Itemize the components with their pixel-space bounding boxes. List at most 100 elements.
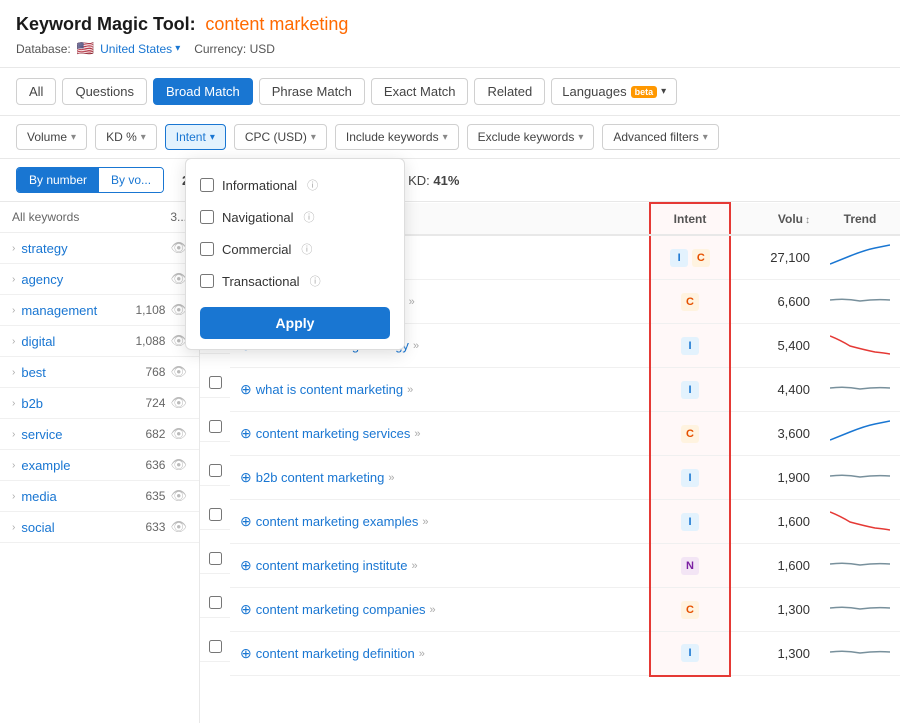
eye-icon[interactable]: 👁 xyxy=(170,519,187,535)
row-checkbox[interactable] xyxy=(209,508,222,521)
trend-cell xyxy=(820,500,900,544)
intent-cell: C xyxy=(650,280,730,324)
keyword-link[interactable]: ⊕ content marketing services » xyxy=(240,425,639,442)
row-checkbox[interactable] xyxy=(209,464,222,477)
intent-cell: C xyxy=(650,588,730,632)
sparkline xyxy=(830,508,890,532)
chevron-right-icon: › xyxy=(12,398,15,409)
eye-icon[interactable]: 👁 xyxy=(170,364,187,380)
keyword-link[interactable]: ⊕ content marketing examples » xyxy=(240,513,639,530)
filter-kd[interactable]: KD % ▾ xyxy=(95,124,157,150)
filter-exclude-keywords[interactable]: Exclude keywords ▾ xyxy=(467,124,595,150)
sparkline xyxy=(830,288,890,312)
intent-badge: I xyxy=(681,513,699,531)
external-link-icon: » xyxy=(409,296,415,308)
tab-phrase-match[interactable]: Phrase Match xyxy=(259,78,365,105)
chevron-right-icon: › xyxy=(12,367,15,378)
sidebar-item-example[interactable]: › example 636 👁 xyxy=(0,450,199,481)
intent-option-navigational[interactable]: Navigational ⓘ xyxy=(186,201,404,233)
intent-badge: C xyxy=(692,249,710,267)
volume-cell: 1,300 xyxy=(730,632,820,676)
eye-icon[interactable]: 👁 xyxy=(170,457,187,473)
sidebar-item-service[interactable]: › service 682 👁 xyxy=(0,419,199,450)
sparkline xyxy=(830,244,890,268)
sidebar-item-social[interactable]: › social 633 👁 xyxy=(0,512,199,543)
page-title: Keyword Magic Tool: content marketing xyxy=(16,14,884,35)
trend-cell xyxy=(820,324,900,368)
tab-all[interactable]: All xyxy=(16,78,56,105)
filter-volume[interactable]: Volume ▾ xyxy=(16,124,87,150)
tab-broad-match[interactable]: Broad Match xyxy=(153,78,253,105)
row-checkbox[interactable] xyxy=(209,552,222,565)
filter-cpc[interactable]: CPC (USD) ▾ xyxy=(234,124,327,150)
row-checkbox[interactable] xyxy=(209,596,222,609)
tab-related[interactable]: Related xyxy=(474,78,545,105)
sidebar-item-agency[interactable]: › agency 👁 xyxy=(0,264,199,295)
keyword-link[interactable]: ⊕ what is content marketing » xyxy=(240,381,639,398)
apply-button[interactable]: Apply xyxy=(200,307,390,339)
eye-icon[interactable]: 👁 xyxy=(170,426,187,442)
sidebar-item-digital[interactable]: › digital 1,088 👁 xyxy=(0,326,199,357)
eye-icon[interactable]: 👁 xyxy=(170,488,187,504)
row-checkbox[interactable] xyxy=(209,376,222,389)
intent-cell: I xyxy=(650,456,730,500)
db-row: Database: 🇺🇸 United States ▾ Currency: U… xyxy=(16,40,884,57)
filter-intent[interactable]: Intent ▾ xyxy=(165,124,226,150)
external-link-icon: » xyxy=(407,384,413,396)
view-by-number[interactable]: By number xyxy=(17,168,99,192)
view-by-volume[interactable]: By vo... xyxy=(99,168,163,192)
sidebar-item-management[interactable]: › management 1,108 👁 xyxy=(0,295,199,326)
external-link-icon: » xyxy=(413,340,419,352)
sparkline xyxy=(830,464,890,488)
table-row: ⊕ b2b content marketing » I1,900 xyxy=(200,456,900,500)
intent-checkbox-transactional[interactable] xyxy=(200,274,214,288)
volume-cell: 6,600 xyxy=(730,280,820,324)
col-header-intent[interactable]: Intent xyxy=(650,203,730,235)
tabs-row: All Questions Broad Match Phrase Match E… xyxy=(0,68,900,116)
keyword-link[interactable]: ⊕ content marketing institute » xyxy=(240,557,639,574)
external-link-icon: » xyxy=(414,428,420,440)
sparkline xyxy=(830,596,890,620)
tab-exact-match[interactable]: Exact Match xyxy=(371,78,469,105)
intent-option-transactional[interactable]: Transactional ⓘ xyxy=(186,265,404,297)
row-checkbox[interactable] xyxy=(209,640,222,653)
trend-cell xyxy=(820,544,900,588)
volume-cell: 5,400 xyxy=(730,324,820,368)
trend-cell xyxy=(820,280,900,324)
intent-cell: I xyxy=(650,632,730,676)
intent-cell: C xyxy=(650,412,730,456)
keyword-link[interactable]: ⊕ b2b content marketing » xyxy=(240,469,639,486)
keyword-link[interactable]: ⊕ content marketing definition » xyxy=(240,645,639,662)
row-checkbox[interactable] xyxy=(209,420,222,433)
filter-row: Volume ▾ KD % ▾ Intent ▾ CPC (USD) ▾ Inc… xyxy=(0,116,900,159)
eye-icon[interactable]: 👁 xyxy=(170,395,187,411)
chevron-down-icon: ▾ xyxy=(661,86,666,97)
filter-include-keywords[interactable]: Include keywords ▾ xyxy=(335,124,459,150)
chevron-right-icon: › xyxy=(12,243,15,254)
sidebar-item-best[interactable]: › best 768 👁 xyxy=(0,357,199,388)
add-icon: ⊕ xyxy=(240,557,252,574)
chevron-down-icon: ▾ xyxy=(175,43,180,54)
volume-cell: 1,900 xyxy=(730,456,820,500)
table-row: ⊕ content marketing services »C3,600 xyxy=(200,412,900,456)
volume-cell: 1,300 xyxy=(730,588,820,632)
add-icon: ⊕ xyxy=(240,469,252,486)
sidebar-item-b2b[interactable]: › b2b 724 👁 xyxy=(0,388,199,419)
col-header-volume[interactable]: Volu↕ xyxy=(730,203,820,235)
sidebar-item-strategy[interactable]: › strategy 👁 xyxy=(0,233,199,264)
intent-badge: I xyxy=(670,249,688,267)
tab-languages[interactable]: Languages beta ▾ xyxy=(551,78,677,105)
intent-option-informational[interactable]: Informational ⓘ xyxy=(186,169,404,201)
intent-checkbox-navigational[interactable] xyxy=(200,210,214,224)
sidebar-item-media[interactable]: › media 635 👁 xyxy=(0,481,199,512)
filter-advanced[interactable]: Advanced filters ▾ xyxy=(602,124,718,150)
sparkline xyxy=(830,552,890,576)
intent-checkbox-commercial[interactable] xyxy=(200,242,214,256)
keyword-link[interactable]: ⊕ content marketing companies » xyxy=(240,601,639,618)
intent-option-commercial[interactable]: Commercial ⓘ xyxy=(186,233,404,265)
db-country-link[interactable]: United States ▾ xyxy=(100,42,180,56)
trend-cell xyxy=(820,588,900,632)
intent-checkbox-informational[interactable] xyxy=(200,178,214,192)
volume-cell: 1,600 xyxy=(730,500,820,544)
tab-questions[interactable]: Questions xyxy=(62,78,147,105)
